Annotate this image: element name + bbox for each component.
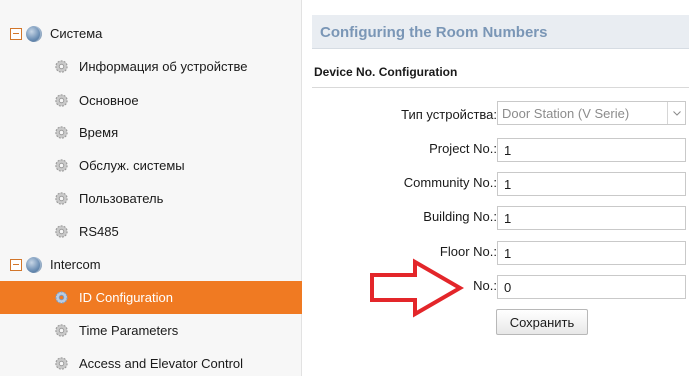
save-button[interactable]: Сохранить — [496, 309, 588, 335]
sidebar-item-time[interactable]: Время — [0, 116, 302, 149]
gear-icon — [55, 126, 68, 139]
page-header: Configuring the Room Numbers — [312, 15, 689, 49]
device-type-value: Door Station (V Serie) — [502, 105, 630, 121]
chevron-down-icon[interactable] — [667, 102, 685, 124]
no-label: No.: — [473, 278, 497, 293]
device-type-label: Тип устройства: — [401, 107, 497, 122]
gear-icon — [55, 324, 68, 337]
gear-icon — [55, 225, 68, 238]
sidebar-item-label: Обслуж. системы — [79, 158, 185, 173]
sidebar-item-time-parameters[interactable]: Time Parameters — [0, 314, 302, 347]
sidebar-item-basic[interactable]: Основное — [0, 84, 302, 117]
community-no-label: Community No.: — [403, 175, 497, 190]
no-input[interactable] — [497, 275, 686, 299]
sidebar-item-access-elevator[interactable]: Access and Elevator Control — [0, 347, 302, 376]
sidebar-item-label: Access and Elevator Control — [79, 356, 244, 371]
tree-group-label: Intercom — [50, 257, 101, 272]
gear-icon — [55, 357, 68, 370]
collapse-icon[interactable] — [10, 27, 22, 40]
tree-group-system[interactable]: Система — [0, 17, 302, 50]
tree-group-label: Система — [50, 26, 103, 41]
floor-no-label: Floor No.: — [439, 244, 497, 259]
section-title: Device No. Configuration — [314, 65, 458, 79]
sidebar-item-rs485[interactable]: RS485 — [0, 215, 302, 248]
building-no-input[interactable] — [497, 206, 686, 230]
tree-group-intercom[interactable]: Intercom — [0, 248, 302, 281]
sidebar-item-label: Информация об устройстве — [79, 59, 248, 74]
floor-no-input[interactable] — [497, 241, 686, 265]
sidebar-item-label: Пользователь — [79, 191, 164, 206]
sidebar-item-label: RS485 — [79, 224, 119, 239]
sidebar-item-label: ID Configuration — [79, 290, 173, 305]
project-no-label: Project No.: — [429, 141, 497, 156]
sidebar: Система Информация об устройстве Основно… — [0, 0, 302, 376]
gear-icon — [55, 159, 68, 172]
sidebar-item-maintenance[interactable]: Обслуж. системы — [0, 149, 302, 182]
gear-icon — [55, 192, 68, 205]
gear-icon — [55, 291, 68, 304]
sidebar-item-label: Основное — [79, 93, 139, 108]
globe-icon — [26, 256, 42, 273]
gear-icon — [55, 94, 68, 107]
sidebar-item-label: Time Parameters — [79, 323, 179, 338]
sidebar-item-id-configuration[interactable]: ID Configuration — [0, 281, 302, 314]
sidebar-item-device-info[interactable]: Информация об устройстве — [0, 50, 302, 83]
project-no-input[interactable] — [497, 138, 686, 162]
building-no-label: Building No.: — [423, 209, 497, 224]
section-divider — [312, 87, 689, 88]
collapse-icon[interactable] — [10, 258, 22, 271]
page-title: Configuring the Room Numbers — [320, 24, 548, 41]
globe-icon — [26, 25, 42, 42]
sidebar-item-user[interactable]: Пользователь — [0, 182, 302, 215]
gear-icon — [55, 60, 68, 73]
community-no-input[interactable] — [497, 172, 686, 196]
sidebar-item-label: Время — [79, 125, 119, 140]
device-type-select[interactable]: Door Station (V Serie) — [497, 101, 686, 125]
